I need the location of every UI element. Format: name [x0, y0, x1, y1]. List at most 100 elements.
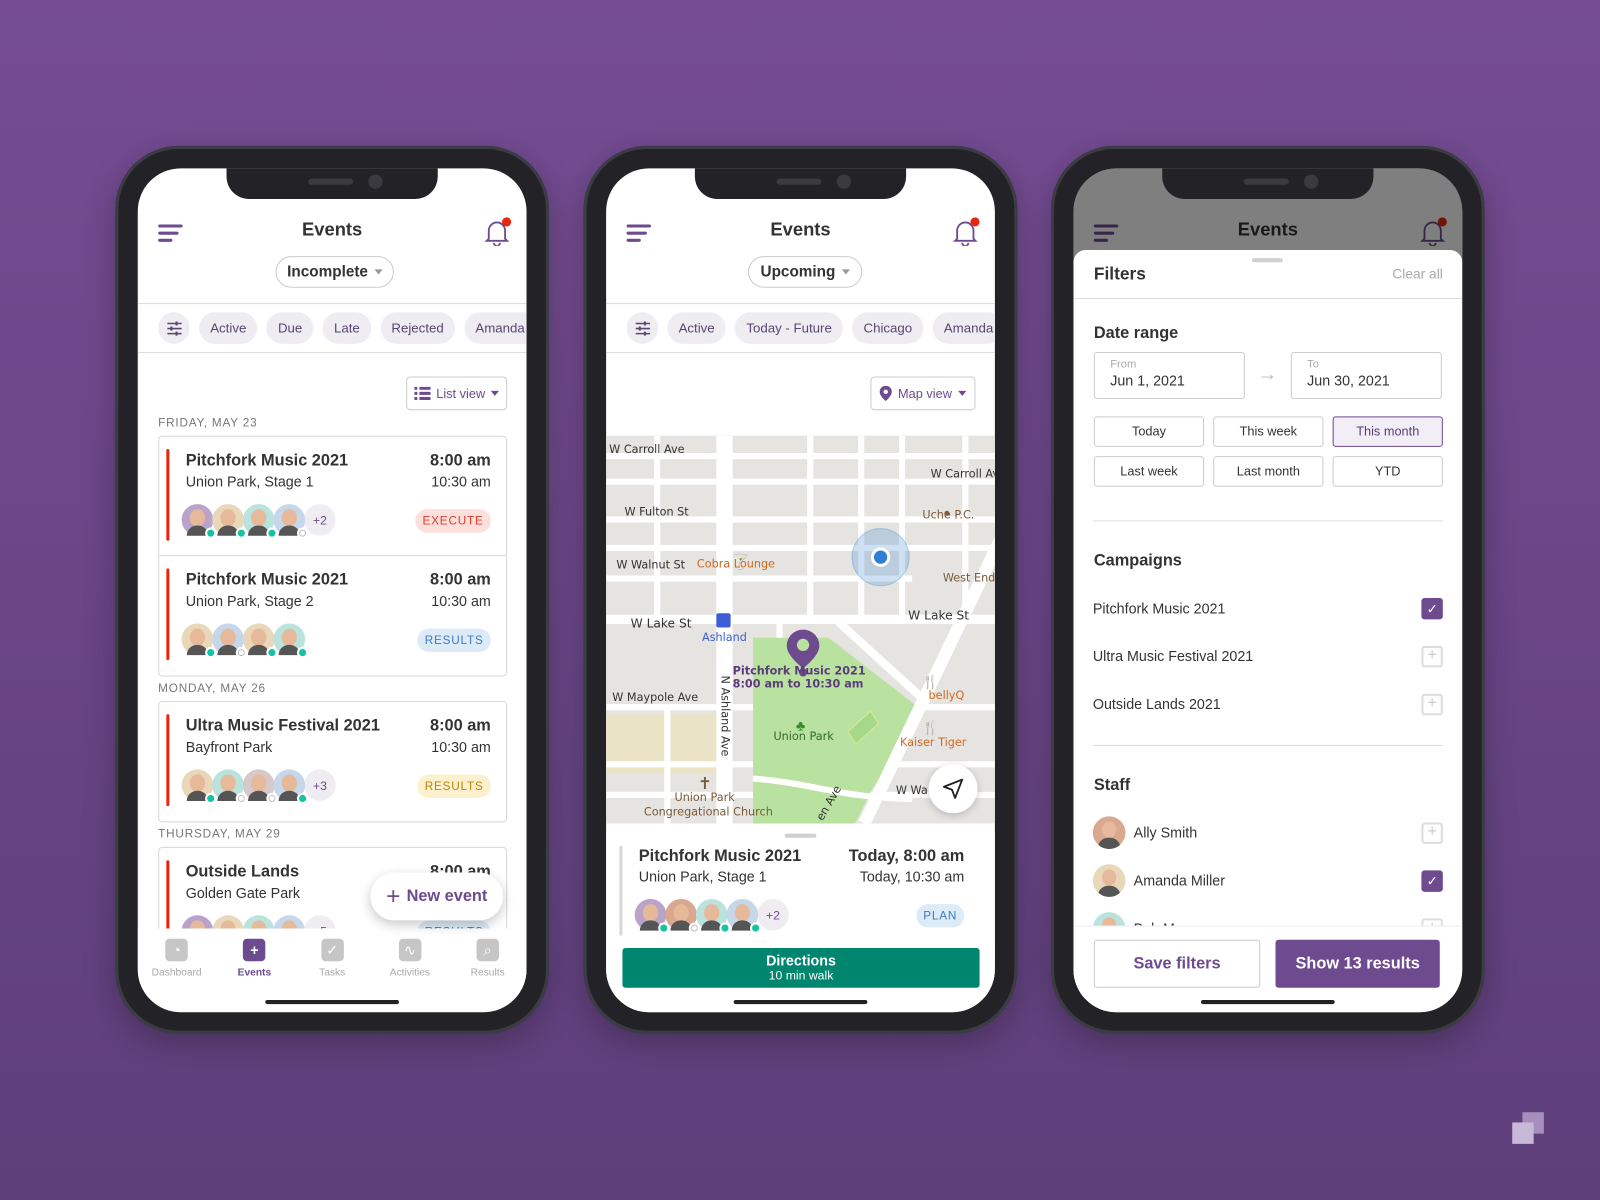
event-card[interactable]: Pitchfork Music 2021 Union Park, Stage 1… [159, 437, 507, 557]
save-filters-button[interactable]: Save filters [1093, 939, 1261, 988]
chip-today-future[interactable]: Today - Future [735, 312, 844, 344]
staff-option[interactable]: Ally Smith + [1092, 816, 1443, 849]
filter-settings-button[interactable] [626, 312, 659, 344]
quick-range-last-week[interactable]: Last week [1093, 456, 1205, 487]
status-bar [619, 845, 623, 936]
campaign-option[interactable]: Ultra Music Festival 2021 + [1093, 641, 1443, 672]
quick-range-ytd[interactable]: YTD [1332, 456, 1443, 487]
recenter-location-button[interactable] [928, 764, 978, 814]
campaign-option[interactable]: Outside Lands 2021 + [1093, 689, 1443, 720]
notification-bell-icon[interactable] [484, 217, 512, 247]
page-title: Events [770, 219, 831, 240]
quick-range-last-month[interactable]: Last month [1213, 456, 1324, 487]
section-date: MONDAY, MAY 26 [158, 682, 266, 695]
event-end: 10:30 am [431, 473, 491, 490]
show-results-button[interactable]: Show 13 results [1275, 939, 1440, 988]
section-date: THURSDAY, MAY 29 [158, 828, 281, 841]
quick-range-this-month[interactable]: This month [1332, 416, 1443, 447]
avatar[interactable] [212, 769, 247, 805]
avatar[interactable] [273, 915, 306, 929]
avatar[interactable] [273, 504, 309, 539]
event-list[interactable]: FRIDAY, MAY 23 Pitchfork Music 2021 Unio… [138, 411, 527, 929]
avatar[interactable] [634, 898, 670, 934]
event-title: Outside Lands [185, 863, 300, 881]
chip-amanda[interactable]: Amanda [932, 312, 995, 344]
quick-range-today[interactable]: Today [1093, 416, 1205, 447]
chip-amanda[interactable]: Amanda M [464, 312, 527, 344]
date-to-field[interactable]: To Jun 30, 2021 [1290, 352, 1442, 399]
checkbox-checked-icon[interactable]: ✓ [1421, 869, 1443, 892]
status-bar [166, 448, 170, 541]
dashboard-gauge-icon: ◔ [165, 938, 188, 962]
map-view-dropdown[interactable]: Map view [870, 376, 976, 411]
plus-icon: + [386, 882, 401, 910]
chip-due[interactable]: Due [266, 312, 314, 344]
map-label: Union Park [674, 791, 735, 804]
avatar[interactable] [242, 504, 278, 539]
staff-option[interactable]: Amanda Miller ✓ [1092, 864, 1443, 897]
avatar[interactable] [242, 769, 278, 805]
date-from-field[interactable]: From Jun 1, 2021 [1093, 352, 1245, 399]
avatar[interactable] [181, 504, 217, 539]
avatar[interactable] [242, 915, 275, 929]
map[interactable]: 🍸 ♣ ✝ W Carroll Ave W Carroll Av W Fulto… [606, 435, 995, 824]
checkbox-add-icon[interactable]: + [1421, 645, 1443, 667]
status-dot [296, 646, 309, 659]
staff-avatars: +2 [181, 504, 336, 539]
filter-settings-button[interactable] [158, 312, 190, 344]
avatar[interactable] [212, 623, 247, 659]
chip-late[interactable]: Late [322, 312, 371, 344]
map-event-card[interactable]: Pitchfork Music 2021 Union Park, Stage 1… [612, 845, 979, 943]
nav-activities[interactable]: ∿ Activities [371, 929, 449, 990]
nav-events[interactable]: + Events [216, 929, 294, 990]
event-card[interactable]: Pitchfork Music 2021 Union Park, Stage 2… [159, 556, 506, 675]
avatar[interactable] [273, 769, 309, 805]
status-filter-dropdown[interactable]: Incomplete [275, 256, 394, 288]
avatar[interactable] [212, 915, 244, 929]
chip-chicago[interactable]: Chicago [852, 312, 924, 344]
checkbox-checked-icon[interactable]: ✓ [1421, 597, 1443, 619]
avatar[interactable] [212, 504, 247, 539]
map-label: W Wa [896, 784, 928, 797]
notification-bell-icon[interactable] [952, 217, 980, 247]
avatar[interactable] [242, 623, 278, 659]
quick-range-this-week[interactable]: This week [1213, 416, 1324, 447]
status-filter-dropdown[interactable]: Upcoming [747, 256, 863, 288]
new-event-button[interactable]: + New event [370, 872, 504, 921]
campaigns-label: Campaigns [1093, 552, 1182, 570]
event-venue: Union Park, Stage 2 [185, 592, 314, 610]
avatar[interactable] [665, 898, 700, 934]
directions-button[interactable]: Directions 10 min walk [622, 947, 980, 988]
clear-all-button[interactable]: Clear all [1392, 266, 1443, 281]
more-staff-count: +2 [757, 898, 789, 931]
nav-label: Tasks [319, 967, 346, 979]
transit-station-icon [716, 613, 731, 628]
chip-rejected[interactable]: Rejected [380, 312, 455, 344]
event-end: 10:30 am [431, 592, 491, 610]
avatar[interactable] [695, 898, 731, 934]
avatar[interactable] [181, 623, 217, 659]
event-venue: Bayfront Park [185, 738, 273, 756]
checkbox-add-icon[interactable]: + [1421, 693, 1443, 715]
avatar[interactable] [181, 769, 217, 805]
campaign-option[interactable]: Pitchfork Music 2021 ✓ [1093, 593, 1443, 624]
nav-dashboard[interactable]: ◔ Dashboard [138, 929, 216, 990]
chip-active[interactable]: Active [667, 312, 726, 344]
nav-tasks[interactable]: ✓ Tasks [293, 929, 371, 990]
status-badge: RESULTS [417, 774, 491, 798]
sheet-handle[interactable] [784, 833, 817, 838]
avatar[interactable] [273, 623, 309, 659]
event-card[interactable]: Ultra Music Festival 2021 Bayfront Park … [159, 702, 506, 821]
staff-avatars: +3 [181, 769, 336, 805]
sheet-handle[interactable] [1252, 258, 1283, 263]
event-title: Ultra Music Festival 2021 [185, 717, 380, 735]
nav-results[interactable]: ⌕ Results [449, 929, 527, 990]
checkbox-add-icon[interactable]: + [1421, 821, 1443, 844]
event-start: Today, 8:00 am [848, 847, 965, 866]
chip-active[interactable]: Active [198, 312, 258, 344]
avatar[interactable] [726, 898, 762, 934]
list-view-dropdown[interactable]: List view [406, 376, 508, 411]
from-label: From [1110, 358, 1137, 371]
map-pin-time: 8:00 am to 10:30 am [733, 678, 864, 691]
avatar[interactable] [181, 915, 214, 929]
